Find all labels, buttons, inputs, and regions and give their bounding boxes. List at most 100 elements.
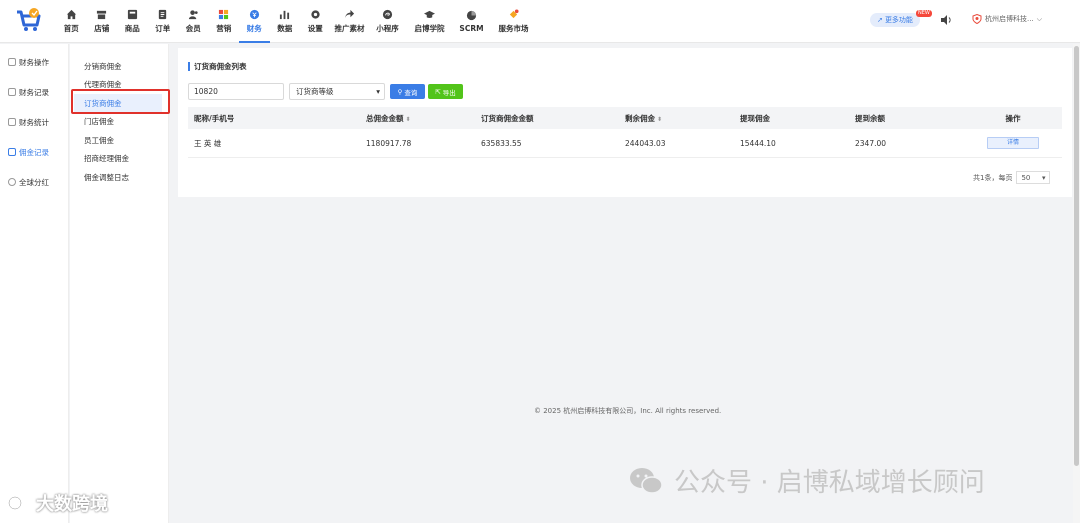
nav-data[interactable]: 数据 [270, 0, 301, 43]
watermark-logo-icon [8, 494, 30, 511]
sidebar-item-label: 财务统计 [19, 117, 49, 127]
export-icon: ⇱ [435, 87, 441, 96]
nav-order[interactable]: 订单 [148, 0, 179, 43]
data-icon [280, 10, 290, 20]
nav-finance[interactable]: 财务 [239, 0, 270, 43]
nav-promo-materials[interactable]: 推广素材 [331, 0, 369, 43]
sort-icon: ⬍ [657, 115, 663, 123]
detail-button[interactable]: 详情 [987, 137, 1039, 149]
table-row: 王 英 雄 1180917.78 635833.55 244043.03 154… [188, 129, 1062, 158]
caret-down-icon: ▾ [1041, 173, 1046, 182]
col-remaining-commission[interactable]: 剩余佣金 ⬍ [619, 113, 734, 124]
commission-icon [8, 148, 16, 156]
cell-remaining-commission: 244043.03 [625, 138, 666, 148]
stats-icon [8, 118, 16, 126]
miniprogram-icon [382, 9, 393, 20]
table-header: 昵称/手机号 总佣金金额 ⬍ 订货商佣金金额 剩余佣金 ⬍ 提现佣金 提到余额 操作 [188, 107, 1062, 129]
more-features-button[interactable]: ➚ 更多功能 [870, 13, 920, 27]
pagination: 共1条，每页 50 ▾ [973, 171, 1051, 184]
nav-label: 财务 [246, 24, 262, 33]
subnav-staff-commission[interactable]: 员工佣金 [70, 131, 162, 150]
nav-academy[interactable]: 启博学院 [407, 0, 453, 43]
col-actions: 操作 [1005, 113, 1021, 123]
page-size-select[interactable]: 50 ▾ [1016, 171, 1051, 184]
company-switcher[interactable]: 杭州启博科技... ⌵ [972, 14, 1042, 24]
query-button[interactable]: ⚲ 查询 [390, 84, 425, 99]
watermark-left: 大数跨境 [8, 490, 108, 516]
top-navigation-bar: 首页 店铺 商品 订单 会员 营销 财务 数据 设置 推广素材 小程序 启博学院… [0, 0, 1080, 43]
more-features-label: 更多功能 [884, 16, 913, 24]
market-icon [509, 9, 519, 19]
page-size-value: 50 [1021, 173, 1031, 182]
scroll-thumb[interactable] [1074, 46, 1079, 466]
watermark-right: 公众号 · 启博私域增长顾问 [628, 462, 985, 499]
main-nav: 首页 店铺 商品 订单 会员 营销 财务 数据 设置 推广素材 小程序 启博学院… [56, 0, 537, 43]
secondary-sidebar: 分销商佣金 代理商佣金 订货商佣金 门店佣金 员工佣金 招商经理佣金 佣金调整日… [70, 44, 169, 523]
member-icon [188, 10, 198, 20]
goods-icon [127, 9, 137, 20]
scrollbar[interactable] [1073, 44, 1080, 523]
primary-sidebar: 财务操作 财务记录 财务统计 佣金记录 全球分红 [0, 44, 69, 523]
sidebar-item-global-dividend[interactable]: 全球分红 [0, 167, 68, 197]
nav-label: 服务市场 [498, 24, 529, 33]
chevron-down-icon: ⌵ [1036, 14, 1042, 23]
speaker-icon[interactable] [940, 14, 952, 26]
nav-member[interactable]: 会员 [178, 0, 209, 43]
nav-label: 数据 [277, 24, 293, 33]
rocket-icon: ➚ [877, 16, 883, 24]
sidebar-item-finance-records[interactable]: 财务记录 [0, 77, 68, 107]
search-input[interactable] [188, 83, 284, 100]
nav-miniprogram[interactable]: 小程序 [369, 0, 407, 43]
watermark-left-text: 大数跨境 [36, 494, 108, 515]
marketing-icon [219, 9, 229, 20]
scrm-icon [466, 10, 477, 21]
new-badge: NEW [916, 10, 932, 17]
search-icon: ⚲ [397, 87, 403, 96]
export-button[interactable]: ⇱ 导出 [428, 84, 463, 99]
subnav-distributor-commission[interactable]: 分销商佣金 [70, 57, 162, 76]
wechat-icon [630, 467, 663, 494]
page-title: 订货商佣金列表 [188, 62, 247, 71]
share-icon [344, 9, 355, 19]
nav-service-market[interactable]: 服务市场 [491, 0, 537, 43]
nav-marketing[interactable]: 营销 [209, 0, 240, 43]
company-name: 杭州启博科技... [985, 15, 1034, 23]
commission-table: 昵称/手机号 总佣金金额 ⬍ 订货商佣金金额 剩余佣金 ⬍ 提现佣金 提到余额 操作… [188, 107, 1062, 158]
nav-home[interactable]: 首页 [56, 0, 87, 43]
cell-withdrawn-commission: 15444.10 [740, 138, 776, 148]
cell-nickname: 王 英 雄 [194, 138, 222, 148]
nav-store[interactable]: 店铺 [87, 0, 118, 43]
order-icon [159, 9, 167, 20]
nav-label: 店铺 [94, 24, 110, 33]
sidebar-item-finance-stats[interactable]: 财务统计 [0, 107, 68, 137]
subnav-recruit-manager-commission[interactable]: 招商经理佣金 [70, 150, 162, 169]
settings-icon [311, 10, 320, 19]
subnav-commission-adjust-log[interactable]: 佣金调整日志 [70, 168, 162, 187]
finance-icon [249, 9, 259, 20]
subnav-store-commission[interactable]: 门店佣金 [70, 113, 162, 132]
cell-total-commission: 1180917.78 [366, 138, 412, 148]
store-icon [97, 10, 107, 20]
sidebar-item-commission-records[interactable]: 佣金记录 [0, 137, 68, 167]
col-to-balance: 提到余额 [855, 113, 885, 123]
nav-label: 小程序 [376, 24, 399, 33]
sidebar-item-label: 佣金记录 [19, 147, 49, 157]
academy-icon [424, 10, 435, 18]
nav-label: 推广素材 [334, 24, 365, 33]
shop-cart-logo-icon[interactable] [14, 6, 42, 34]
nav-label: SCRM [459, 24, 484, 33]
sidebar-item-label: 财务记录 [19, 87, 49, 97]
col-orderer-commission: 订货商佣金金额 [481, 113, 534, 123]
chevron-down-icon: ▾ [376, 87, 380, 96]
main-panel: 订货商佣金列表 订货商等级 ▾ ⚲ 查询 ⇱ 导出 昵称/手机号 总佣金金额⬍ … [178, 48, 1072, 197]
col-label: 总佣金金额 [366, 113, 404, 123]
col-total-commission[interactable]: 总佣金金额 ⬍ [360, 113, 475, 124]
sidebar-item-label: 财务操作 [19, 57, 49, 67]
query-label: 查询 [404, 88, 418, 97]
cell-to-balance: 2347.00 [855, 138, 887, 148]
nav-goods[interactable]: 商品 [117, 0, 148, 43]
nav-settings[interactable]: 设置 [300, 0, 331, 43]
nav-scrm[interactable]: SCRM [453, 0, 491, 43]
sidebar-item-finance-ops[interactable]: 财务操作 [0, 47, 68, 77]
level-select[interactable]: 订货商等级 ▾ [289, 83, 385, 100]
